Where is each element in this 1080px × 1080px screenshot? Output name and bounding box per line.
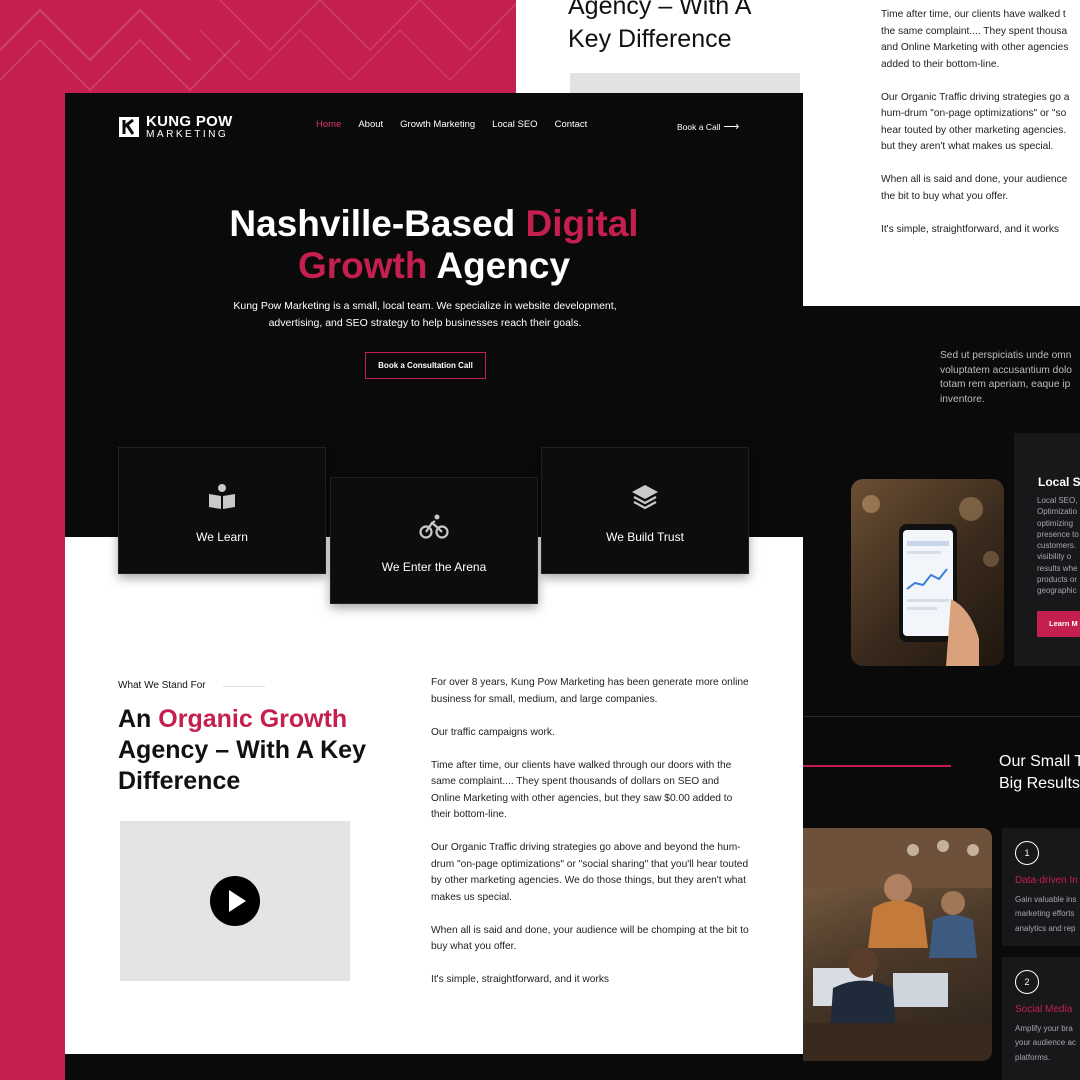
nav-about[interactable]: About — [358, 119, 383, 130]
local-seo-card: Local S Local SEO, Optimizatio optimizing p… — [1014, 433, 1080, 666]
feature-body: Amplify your bra your audience ac platform… — [1015, 1024, 1076, 1062]
card-label: We Learn — [196, 530, 248, 544]
book-a-call-link[interactable]: Book a Call ⟶ — [677, 120, 739, 133]
card-label: We Build Trust — [606, 530, 684, 544]
learn-more-button[interactable]: Learn M — [1037, 611, 1080, 637]
step-number: 2 — [1015, 970, 1039, 994]
hero-subtitle: Kung Pow Marketing is a small, local tea… — [233, 300, 617, 329]
phone-photo — [851, 479, 1004, 666]
card-label: We Enter the Arena — [381, 560, 487, 574]
paragraph: Our traffic campaigns work. — [431, 726, 555, 738]
back-body-text: Time after time, our clients have walked… — [881, 9, 1070, 235]
footer-band — [65, 1054, 803, 1080]
bicycle-icon — [331, 512, 537, 547]
team-photo — [803, 828, 992, 1061]
eyebrow-divider — [223, 686, 265, 687]
paragraph: When all is said and done, your audience… — [431, 924, 749, 953]
paragraph: Time after time, our clients have walked… — [431, 759, 733, 821]
play-icon[interactable] — [210, 876, 260, 926]
feature-body: Gain valuable ins marketing efforts analyt… — [1015, 895, 1077, 933]
feature-card-data-driven: 1 Data-driven In Gain valuable ins market… — [1002, 828, 1080, 946]
logo-mark-icon — [119, 117, 139, 138]
local-seo-body: Local SEO, Optimizatio optimizing presence … — [1037, 496, 1079, 596]
main-nav: Home About Growth Marketing Local SEO Co… — [316, 119, 604, 130]
section-title: An Organic Growth Agency – With A Key Di… — [118, 705, 366, 795]
feature-title: Social Media — [1015, 1004, 1073, 1015]
card-we-learn[interactable]: We Learn — [118, 447, 326, 574]
logo-tagline: MARKETING — [146, 129, 229, 140]
paragraph: For over 8 years, Kung Pow Marketing has… — [431, 677, 749, 705]
main-page: KUNG POW MARKETING Home About Growth Mar… — [65, 93, 803, 1080]
nav-home[interactable]: Home — [316, 119, 341, 130]
feature-title: Data-driven In — [1015, 875, 1078, 886]
logo[interactable]: KUNG POW MARKETING — [118, 114, 233, 140]
lorem-text: Sed ut perspiciatis unde omn voluptatem a… — [940, 350, 1072, 406]
hero-title: Nashville-Based Digital Growth Agency — [229, 203, 639, 286]
small-team-heading: Our Small T Big Results — [999, 753, 1080, 792]
nav-growth-marketing[interactable]: Growth Marketing — [400, 119, 475, 130]
card-we-enter-the-arena[interactable]: We Enter the Arena — [330, 477, 538, 604]
local-seo-title: Local S — [1038, 475, 1080, 489]
feature-card-social-media: 2 Social Media Amplify your bra your audi… — [1002, 957, 1080, 1080]
layers-icon — [542, 482, 748, 517]
back-heading: Agency – With A Key Difference — [568, 0, 752, 53]
nav-local-seo[interactable]: Local SEO — [492, 119, 537, 130]
book-reader-icon — [119, 482, 325, 517]
logo-name: KUNG POW — [146, 113, 233, 130]
accent-line — [803, 765, 951, 767]
card-we-build-trust[interactable]: We Build Trust — [541, 447, 749, 574]
back-video-placeholder — [570, 73, 800, 95]
book-consultation-button[interactable]: Book a Consultation Call — [365, 352, 486, 379]
paragraph: It's simple, straightforward, and it wor… — [431, 974, 610, 985]
step-number: 1 — [1015, 841, 1039, 865]
about-body-text: For over 8 years, Kung Pow Marketing has… — [431, 675, 751, 1005]
nav-contact[interactable]: Contact — [555, 119, 588, 130]
section-eyebrow: What We Stand For — [118, 680, 206, 691]
section-divider — [803, 716, 1080, 717]
arrow-right-icon: ⟶ — [723, 121, 740, 133]
paragraph: Our Organic Traffic driving strategies g… — [431, 842, 749, 903]
